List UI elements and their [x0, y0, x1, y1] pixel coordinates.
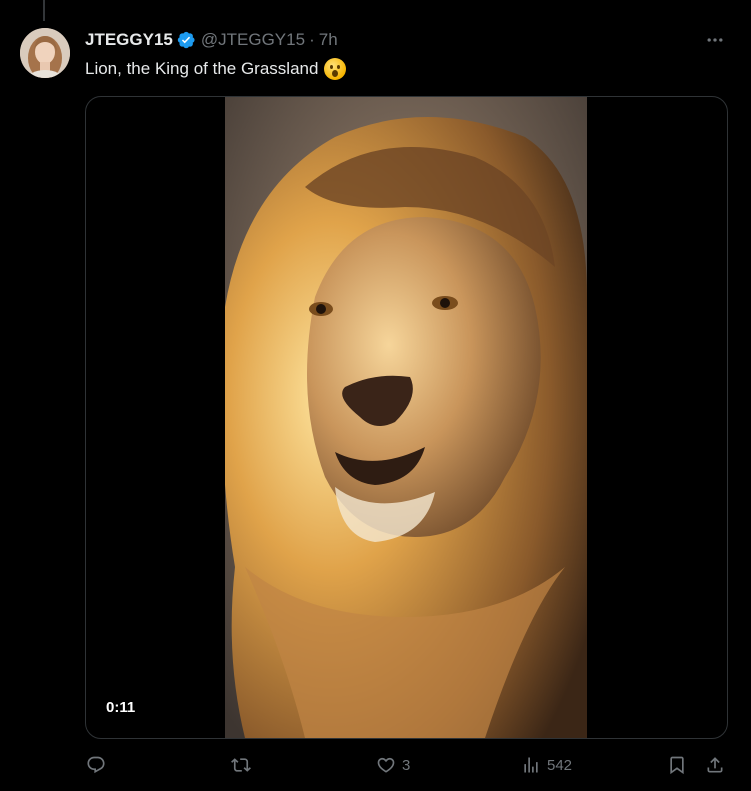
more-horizontal-icon: [707, 38, 723, 42]
tweet-actions: 3 542: [0, 755, 751, 779]
timestamp[interactable]: 7h: [319, 30, 338, 50]
share-button[interactable]: [705, 755, 725, 775]
like-button[interactable]: 3: [376, 755, 410, 775]
avatar-image: [20, 28, 70, 78]
separator-dot: ·: [309, 30, 315, 49]
like-count: 3: [402, 756, 411, 774]
video-thumbnail[interactable]: [225, 97, 587, 738]
verified-badge-icon[interactable]: [176, 30, 196, 50]
views-count: 542: [547, 756, 573, 774]
views-button[interactable]: 542: [521, 755, 572, 775]
thread-line: [43, 0, 45, 21]
tweet-header: JTEGGY15 @JTEGGY15 · 7h: [85, 30, 338, 50]
reply-icon: [87, 756, 105, 774]
reply-button[interactable]: [86, 755, 112, 775]
video-player[interactable]: 0:11: [85, 96, 728, 739]
bookmark-icon: [670, 756, 684, 775]
astonished-face-icon: [324, 58, 347, 80]
avatar[interactable]: [20, 28, 70, 78]
user-handle[interactable]: @JTEGGY15: [201, 30, 305, 50]
bookmark-button[interactable]: [667, 755, 687, 775]
more-options-button[interactable]: [703, 30, 727, 50]
video-duration: 0:11: [102, 697, 140, 718]
tweet-text: Lion, the King of the Grassland: [85, 58, 347, 80]
heart-icon: [377, 757, 395, 773]
share-icon: [707, 757, 723, 773]
analytics-icon: [524, 757, 538, 773]
display-name[interactable]: JTEGGY15: [85, 30, 173, 50]
tweet-text-content: Lion, the King of the Grassland: [85, 59, 319, 78]
lion-image: [225, 97, 587, 738]
retweet-icon: [231, 758, 251, 772]
retweet-button[interactable]: [231, 755, 257, 775]
